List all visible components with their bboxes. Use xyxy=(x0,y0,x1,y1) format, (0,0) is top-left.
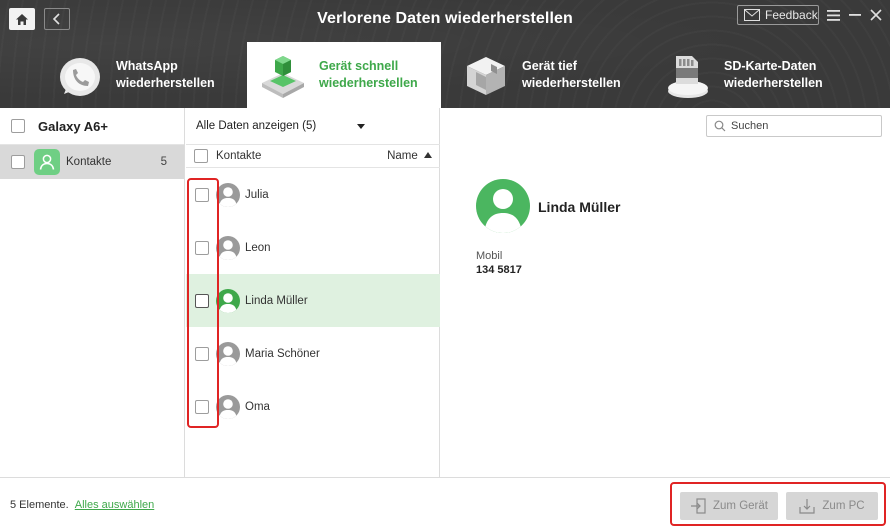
contact-name: Oma xyxy=(245,400,270,413)
contact-name: Linda Müller xyxy=(245,294,308,307)
tab-whatsapp[interactable]: WhatsApp wiederherstellen xyxy=(52,42,246,108)
tab-sd-card[interactable]: SD-Karte-Daten wiederherstellen xyxy=(660,42,854,108)
close-icon xyxy=(870,9,882,21)
selection-status: 5 Elemente. Alles auswählen xyxy=(10,499,154,511)
list-select-all-checkbox[interactable] xyxy=(194,149,208,163)
sort-by-name-button[interactable]: Name xyxy=(387,150,432,162)
deep-recover-icon xyxy=(458,47,514,103)
list-item[interactable]: Leon xyxy=(186,221,440,274)
sidebar-item-contacts[interactable]: Kontakte 5 xyxy=(0,145,184,179)
contact-name: Julia xyxy=(245,188,269,201)
person-avatar-icon xyxy=(216,182,240,207)
column-label-contacts: Kontakte xyxy=(216,150,262,162)
minimize-icon xyxy=(849,14,861,16)
person-avatar-icon xyxy=(216,235,240,260)
tab-deep-recover[interactable]: Gerät tief wiederherstellen xyxy=(458,42,652,108)
filter-dropdown[interactable]: Alle Daten anzeigen (5) xyxy=(186,108,439,144)
row-checkbox[interactable] xyxy=(195,346,209,361)
list-item[interactable]: Oma xyxy=(186,380,440,433)
to-device-button[interactable]: Zum Gerät xyxy=(680,492,778,520)
device-row: Galaxy A6+ xyxy=(0,108,184,145)
detail-field-label: Mobil xyxy=(476,250,503,262)
to-pc-button[interactable]: Zum PC xyxy=(786,492,878,520)
contact-avatar-icon xyxy=(476,179,530,233)
device-name: Galaxy A6+ xyxy=(38,118,108,134)
sidebar-item-label: Kontakte xyxy=(66,156,112,168)
contact-list: Julia Leon Linda Müller Maria Schöner Om… xyxy=(186,168,440,433)
tab-sd-line1: SD-Karte-Daten xyxy=(724,59,817,73)
feedback-label: Feedback xyxy=(765,8,818,22)
search-box[interactable] xyxy=(706,115,882,137)
row-checkbox[interactable] xyxy=(195,399,209,414)
quick-recover-icon xyxy=(255,47,311,103)
menu-button[interactable] xyxy=(825,6,841,24)
mail-icon xyxy=(744,9,760,21)
tab-quick-recover[interactable]: Gerät schnell wiederherstellen xyxy=(247,42,441,108)
list-item[interactable]: Julia xyxy=(186,168,440,221)
search-input[interactable] xyxy=(731,120,871,132)
to-device-label: Zum Gerät xyxy=(713,500,768,512)
tab-deep-line1: Gerät tief xyxy=(522,59,577,73)
person-avatar-icon xyxy=(216,288,240,313)
feedback-button[interactable]: Feedback xyxy=(737,5,819,25)
contact-name: Maria Schöner xyxy=(245,347,320,360)
sidebar-item-count: 5 xyxy=(160,156,167,168)
caret-down-icon xyxy=(357,123,366,129)
tab-deep-line2: wiederherstellen xyxy=(522,76,621,90)
whatsapp-icon xyxy=(52,47,108,103)
minimize-button[interactable] xyxy=(847,6,863,24)
tab-quick-line1: Gerät schnell xyxy=(319,59,399,73)
row-checkbox[interactable] xyxy=(195,293,209,308)
tab-whatsapp-line2: wiederherstellen xyxy=(116,76,215,90)
device-sidebar: Galaxy A6+ Kontakte 5 xyxy=(0,108,185,477)
sort-asc-icon xyxy=(424,152,432,158)
footer-bar: 5 Elemente. Alles auswählen Zum Gerät Zu… xyxy=(0,477,890,529)
list-header: Kontakte Name xyxy=(186,144,440,168)
detail-field-value: 134 5817 xyxy=(476,264,522,276)
list-item[interactable]: Maria Schöner xyxy=(186,327,440,380)
contact-name: Leon xyxy=(245,241,271,254)
detail-contact-name: Linda Müller xyxy=(538,199,621,215)
person-avatar-icon xyxy=(216,341,240,366)
row-checkbox[interactable] xyxy=(195,240,209,255)
filter-selected-label: Alle Daten anzeigen (5) xyxy=(196,120,317,132)
sort-label: Name xyxy=(387,150,418,162)
header-bar: Verlorene Daten wiederherstellen Feedbac… xyxy=(0,0,890,108)
hamburger-icon xyxy=(826,9,840,21)
contact-detail-panel: Linda Müller Mobil 134 5817 xyxy=(441,143,890,477)
row-checkbox[interactable] xyxy=(195,187,209,202)
to-pc-label: Zum PC xyxy=(822,500,865,512)
device-select-all-checkbox[interactable] xyxy=(11,119,25,133)
search-icon xyxy=(714,120,726,132)
contact-list-panel: Alle Daten anzeigen (5) Kontakte Name Ju… xyxy=(186,108,440,477)
export-to-pc-icon xyxy=(799,499,816,514)
export-to-device-icon xyxy=(691,498,706,514)
select-all-link[interactable]: Alles auswählen xyxy=(75,499,155,511)
contacts-icon xyxy=(34,149,60,175)
close-button[interactable] xyxy=(868,6,884,24)
item-count-text: 5 Elemente. xyxy=(10,499,69,511)
tab-sd-line2: wiederherstellen xyxy=(724,76,823,90)
tab-whatsapp-line1: WhatsApp xyxy=(116,59,178,73)
export-buttons-highlight: Zum Gerät Zum PC xyxy=(670,482,886,526)
sd-card-icon xyxy=(660,47,716,103)
list-item-selected[interactable]: Linda Müller xyxy=(186,274,440,327)
contacts-category-checkbox[interactable] xyxy=(11,155,25,169)
tab-quick-line2: wiederherstellen xyxy=(319,76,418,90)
person-avatar-icon xyxy=(216,394,240,419)
